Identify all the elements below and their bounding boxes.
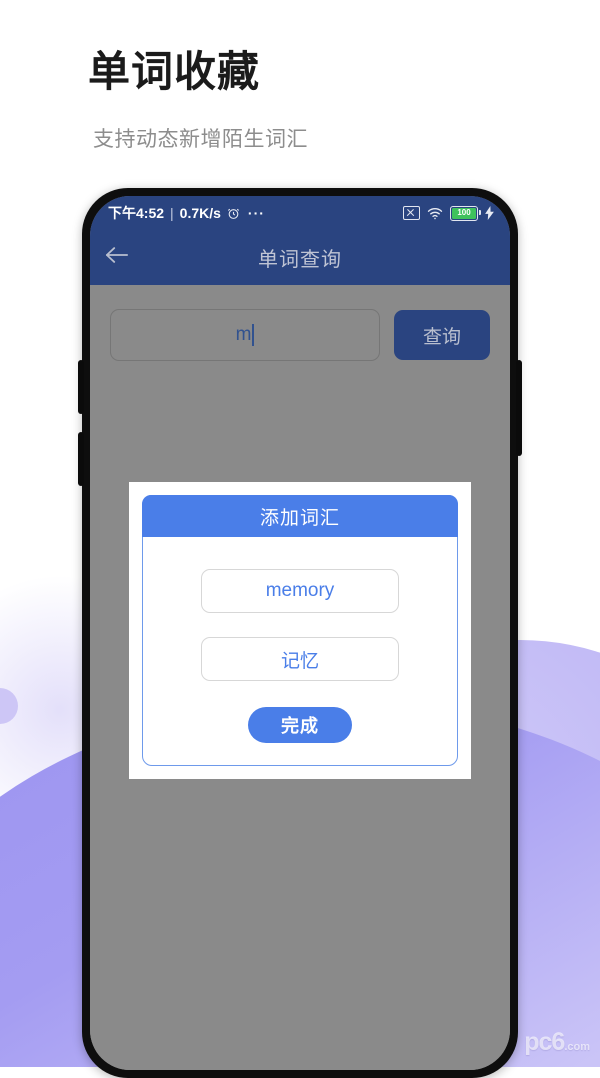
search-button[interactable]: 查询 <box>394 310 490 360</box>
battery-level: 100 <box>457 208 471 217</box>
volume-up-button[interactable] <box>78 360 84 414</box>
app-bar-title: 单词查询 <box>258 249 342 271</box>
header-block: 单词收藏 支持动态新增陌生词汇 <box>88 44 308 154</box>
watermark-suffix: .com <box>564 1041 590 1053</box>
app-content: m 查询 添加词汇 memory 记忆 完成 <box>90 285 510 1070</box>
dialog-card: 添加词汇 memory 记忆 完成 <box>142 495 458 766</box>
app-bar: 单词查询 <box>90 230 510 285</box>
search-row: m 查询 <box>90 285 510 361</box>
power-button[interactable] <box>516 360 522 456</box>
status-bar: 下午4:52 | 0.7K/s ··· 100 <box>90 196 510 230</box>
word-input-value: memory <box>265 580 335 601</box>
phone-screen: 下午4:52 | 0.7K/s ··· 100 单词查询 m 查询 添加词汇 m… <box>90 196 510 1070</box>
text-cursor <box>252 324 255 346</box>
site-watermark: pc6.com <box>524 1028 590 1057</box>
volume-down-button[interactable] <box>78 432 84 486</box>
search-input[interactable]: m <box>110 309 380 361</box>
wifi-icon <box>427 207 443 220</box>
meaning-input-value: 记忆 <box>280 650 319 672</box>
lightning-bolt-icon <box>485 206 494 220</box>
word-input[interactable]: memory <box>201 569 399 613</box>
status-bar-right: 100 <box>403 205 494 221</box>
dialog-title-bar: 添加词汇 <box>142 495 458 537</box>
page-subtitle: 支持动态新增陌生词汇 <box>93 128 308 151</box>
battery-icon: 100 <box>450 205 482 221</box>
status-time: 下午4:52 <box>108 205 165 221</box>
network-speed: 0.7K/s <box>179 205 221 221</box>
search-input-value: m <box>235 324 252 345</box>
add-word-dialog: 添加词汇 memory 记忆 完成 <box>129 482 471 779</box>
page-title: 单词收藏 <box>88 48 261 95</box>
more-dots-icon: ··· <box>247 205 265 221</box>
no-sim-icon <box>403 206 420 220</box>
watermark-text: pc6 <box>524 1028 565 1056</box>
status-bar-left: 下午4:52 | 0.7K/s ··· <box>108 203 265 223</box>
dialog-title: 添加词汇 <box>259 507 340 529</box>
alarm-clock-icon <box>227 207 240 220</box>
phone-mockup: 下午4:52 | 0.7K/s ··· 100 单词查询 m 查询 添加词汇 m… <box>78 188 522 1078</box>
dialog-submit-button[interactable]: 完成 <box>248 707 352 743</box>
status-divider: | <box>170 205 174 221</box>
meaning-input[interactable]: 记忆 <box>201 637 399 681</box>
